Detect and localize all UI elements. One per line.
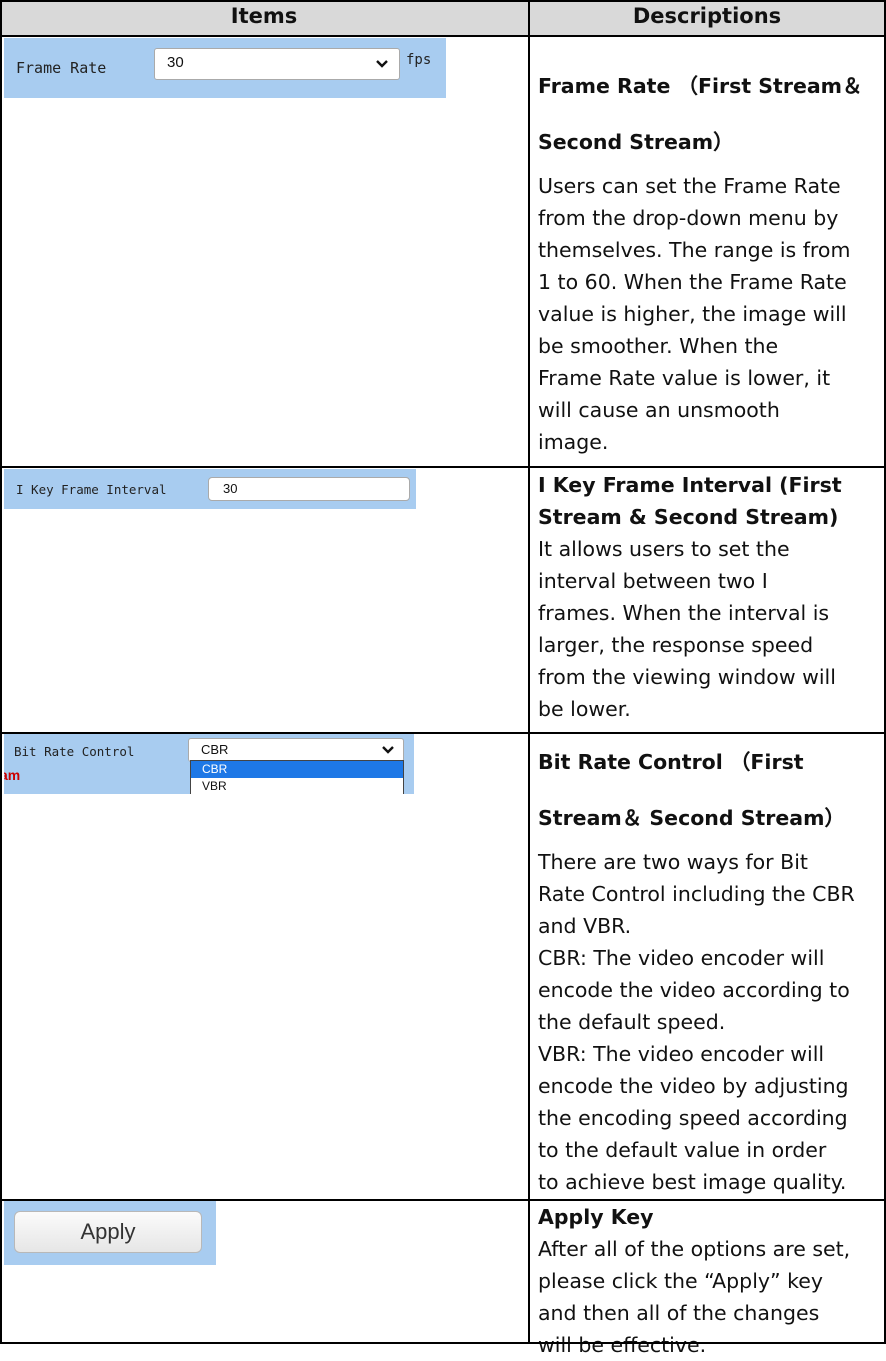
key-frame-screenshot: I Key Frame Interval 30 bbox=[4, 469, 416, 509]
key-frame-description: I Key Frame Interval (First Stream & Sec… bbox=[538, 469, 882, 725]
dropdown-option-vbr[interactable]: VBR bbox=[191, 778, 403, 794]
apply-title: Apply Key bbox=[538, 1205, 654, 1229]
key-frame-label: I Key Frame Interval bbox=[16, 482, 167, 497]
bit-rate-title: Bit Rate Control （First Stream＆ Second S… bbox=[538, 750, 845, 830]
descriptions-header: Descriptions bbox=[632, 4, 782, 28]
bit-rate-label: Bit Rate Control bbox=[14, 744, 135, 759]
table-border-left bbox=[0, 0, 2, 1344]
row-divider bbox=[0, 466, 886, 468]
key-frame-text: It allows users to set the interval betw… bbox=[538, 537, 836, 721]
apply-screenshot: Apply bbox=[4, 1201, 216, 1265]
frame-rate-value: 30 bbox=[167, 54, 184, 71]
apply-button[interactable]: Apply bbox=[14, 1211, 202, 1253]
items-header: Items bbox=[230, 4, 298, 28]
frame-rate-label: Frame Rate bbox=[16, 59, 107, 77]
frame-rate-select[interactable]: 30 bbox=[154, 48, 400, 80]
cut-off-text: am bbox=[4, 767, 21, 783]
bit-rate-description: Bit Rate Control （First Stream＆ Second S… bbox=[538, 734, 882, 1198]
frame-rate-screenshot: Frame Rate 30 fps bbox=[4, 38, 446, 98]
frame-rate-title: Frame Rate （First Stream＆ Second Stream） bbox=[538, 74, 863, 154]
frame-rate-text: Users can set the Frame Rate from the dr… bbox=[538, 174, 851, 454]
key-frame-input[interactable]: 30 bbox=[208, 477, 410, 501]
dropdown-option-cbr[interactable]: CBR bbox=[191, 761, 403, 778]
bit-rate-dropdown-list: CBR VBR bbox=[190, 760, 404, 794]
table-border-top bbox=[0, 0, 886, 2]
row-divider bbox=[0, 732, 886, 734]
bit-rate-select[interactable]: CBR bbox=[188, 738, 404, 762]
fps-unit: fps bbox=[406, 52, 432, 68]
items-descriptions-table: Items Descriptions Frame Rate 30 fps Fra… bbox=[0, 0, 886, 1357]
row-divider bbox=[0, 1199, 886, 1201]
column-divider bbox=[528, 0, 530, 1344]
bit-rate-text: There are two ways for Bit Rate Control … bbox=[538, 850, 855, 1194]
frame-rate-description: Frame Rate （First Stream＆ Second Stream）… bbox=[538, 58, 882, 458]
bit-rate-value: CBR bbox=[201, 742, 229, 757]
header-divider bbox=[0, 35, 886, 37]
apply-description: Apply Key After all of the options are s… bbox=[538, 1201, 882, 1361]
bit-rate-screenshot: Bit Rate Control am CBR CBR VBR bbox=[4, 734, 414, 794]
key-frame-title: I Key Frame Interval (First Stream & Sec… bbox=[538, 473, 842, 529]
key-frame-value: 30 bbox=[223, 481, 238, 496]
chevron-down-icon bbox=[376, 60, 388, 68]
chevron-down-icon bbox=[382, 746, 394, 754]
